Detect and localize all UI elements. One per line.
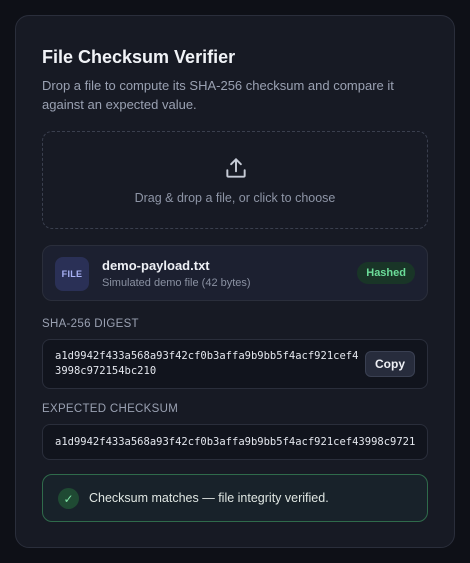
file-name: demo-payload.txt <box>102 258 210 273</box>
page-subtitle: Drop a file to compute its SHA-256 check… <box>42 78 394 112</box>
status-badge: Hashed <box>357 262 415 284</box>
digest-value: a1d9942f433a568a93f42cf0b3affa9b9bb5f4ac… <box>55 350 359 377</box>
selected-file-row: FILE demo-payload.txt Simulated demo fil… <box>42 245 428 301</box>
digest-box: a1d9942f433a568a93f42cf0b3affa9b9bb5f4ac… <box>42 339 428 389</box>
copy-button[interactable]: Copy <box>365 351 415 377</box>
check-icon: ✓ <box>58 488 79 509</box>
file-meta: Simulated demo file (42 bytes) <box>102 277 251 289</box>
match-result-text: Checksum matches — file integrity verifi… <box>89 491 329 505</box>
expected-checksum-input[interactable] <box>42 424 428 460</box>
match-result-banner: ✓ Checksum matches — file integrity veri… <box>42 474 428 522</box>
dropzone-text: Drag & drop a file, or click to choose <box>134 191 336 205</box>
page-title: File Checksum Verifier <box>42 47 236 67</box>
file-dropzone[interactable]: Drag & drop a file, or click to choose <box>42 131 428 229</box>
file-type-icon: FILE <box>55 257 89 291</box>
upload-icon <box>226 158 246 178</box>
digest-label: SHA-256 DIGEST <box>42 318 139 330</box>
verifier-card: File Checksum Verifier Drop a file to co… <box>15 15 455 548</box>
expected-label: EXPECTED CHECKSUM <box>42 403 179 415</box>
